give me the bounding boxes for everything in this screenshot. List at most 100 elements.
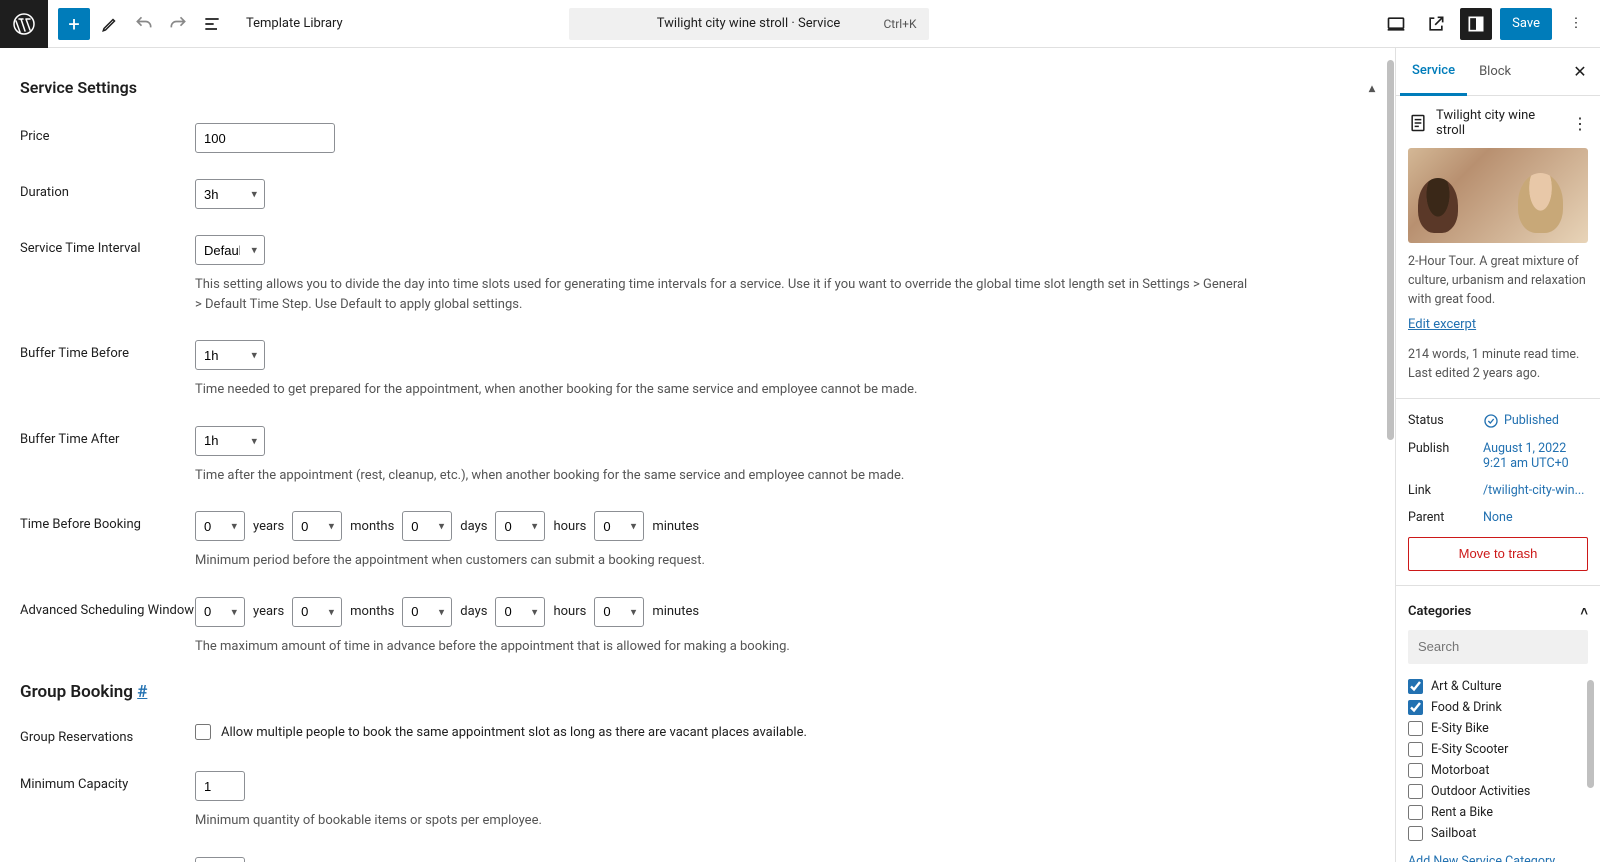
group-booking-heading: Group Booking # — [20, 682, 1375, 702]
doc-actions-icon[interactable]: ⋮ — [1572, 114, 1588, 133]
aw-hours-select[interactable]: 0 — [495, 597, 545, 627]
link-label: Link — [1408, 483, 1483, 498]
category-scrollbar[interactable] — [1587, 680, 1594, 788]
interval-select[interactable]: Default — [195, 235, 265, 265]
parent-label: Parent — [1408, 510, 1483, 525]
excerpt-text: 2-Hour Tour. A great mixture of culture,… — [1408, 253, 1588, 309]
service-settings-heading: Service Settings ▴ — [20, 78, 1375, 97]
status-label: Status — [1408, 413, 1483, 428]
buffer-before-select[interactable]: 1h — [195, 340, 265, 370]
category-search[interactable] — [1408, 630, 1588, 664]
redo-icon[interactable] — [162, 8, 194, 40]
category-checkbox[interactable] — [1408, 700, 1423, 715]
category-item[interactable]: Sailboat — [1408, 823, 1588, 844]
category-item[interactable]: E-Sity Scooter — [1408, 739, 1588, 760]
category-checkbox[interactable] — [1408, 805, 1423, 820]
tb-months-select[interactable]: 0 — [292, 511, 342, 541]
time-before-label: Time Before Booking — [20, 511, 195, 532]
wordcount-meta: 214 words, 1 minute read time. — [1408, 346, 1588, 365]
external-link-icon[interactable] — [1420, 8, 1452, 40]
move-to-trash-button[interactable]: Move to trash — [1408, 537, 1588, 571]
document-outline-icon[interactable] — [196, 8, 228, 40]
document-title-button[interactable]: Twilight city wine stroll · Service Ctrl… — [569, 8, 929, 40]
category-item[interactable]: Rent a Bike — [1408, 802, 1588, 823]
link-value[interactable]: /twilight-city-win... — [1483, 483, 1588, 498]
category-label: Art & Culture — [1431, 679, 1502, 694]
aw-days-select[interactable]: 0 — [402, 597, 452, 627]
min-cap-desc: Minimum quantity of bookable items or sp… — [195, 811, 1255, 831]
collapse-icon[interactable]: ▴ — [1369, 81, 1375, 95]
close-sidebar-icon[interactable]: ✕ — [1564, 56, 1596, 88]
save-button[interactable]: Save — [1500, 8, 1552, 40]
interval-desc: This setting allows you to divide the da… — [195, 275, 1255, 314]
tab-block[interactable]: Block — [1467, 48, 1523, 96]
buffer-before-label: Buffer Time Before — [20, 340, 195, 361]
price-input[interactable] — [195, 123, 335, 153]
topbar: + Template Library Twilight city wine st… — [0, 0, 1600, 48]
category-item[interactable]: E-Sity Bike — [1408, 718, 1588, 739]
document-icon — [1408, 113, 1428, 133]
editor-canvas: Service Settings ▴ Price Duration 3h Ser… — [0, 48, 1395, 862]
category-checkbox[interactable] — [1408, 784, 1423, 799]
category-item[interactable]: Food & Drink — [1408, 697, 1588, 718]
group-res-label: Group Reservations — [20, 724, 195, 745]
add-block-button[interactable]: + — [58, 8, 90, 40]
adv-window-label: Advanced Scheduling Window — [20, 597, 195, 618]
options-menu-icon[interactable]: ⋮ — [1560, 8, 1592, 40]
category-checkbox[interactable] — [1408, 679, 1423, 694]
category-label: Food & Drink — [1431, 700, 1502, 715]
sidebar-toggle-icon[interactable] — [1460, 8, 1492, 40]
tb-years-select[interactable]: 0 — [195, 511, 245, 541]
category-item[interactable]: Art & Culture — [1408, 676, 1588, 697]
edit-excerpt-link[interactable]: Edit excerpt — [1408, 317, 1476, 332]
category-label: Outdoor Activities — [1431, 784, 1530, 799]
group-res-checkbox-row[interactable]: Allow multiple people to book the same a… — [195, 724, 1375, 740]
buffer-after-desc: Time after the appointment (rest, cleanu… — [195, 466, 1255, 486]
last-edited-meta: Last edited 2 years ago. — [1408, 365, 1588, 384]
category-search-input[interactable] — [1418, 639, 1594, 654]
max-cap-label: Maximum Capacity — [20, 857, 195, 862]
template-library-link[interactable]: Template Library — [246, 16, 343, 31]
publish-label: Publish — [1408, 441, 1483, 456]
published-check-icon — [1483, 413, 1499, 429]
buffer-after-label: Buffer Time After — [20, 426, 195, 447]
categories-heading[interactable]: Categories ˄ — [1408, 600, 1588, 630]
status-value[interactable]: Published — [1483, 413, 1588, 429]
featured-image[interactable] — [1408, 148, 1588, 243]
settings-sidebar: Service Block ✕ Twilight city wine strol… — [1395, 48, 1600, 862]
device-preview-icon[interactable] — [1380, 8, 1412, 40]
duration-select[interactable]: 3h — [195, 179, 265, 209]
min-cap-label: Minimum Capacity — [20, 771, 195, 792]
category-checkbox[interactable] — [1408, 721, 1423, 736]
group-res-checkbox[interactable] — [195, 724, 211, 740]
edit-tool-icon[interactable] — [94, 8, 126, 40]
category-checkbox[interactable] — [1408, 826, 1423, 841]
tb-days-select[interactable]: 0 — [402, 511, 452, 541]
chevron-up-icon: ˄ — [1580, 604, 1588, 620]
parent-value[interactable]: None — [1483, 510, 1588, 525]
category-item[interactable]: Outdoor Activities — [1408, 781, 1588, 802]
category-label: Rent a Bike — [1431, 805, 1493, 820]
add-category-link[interactable]: Add New Service Category — [1408, 854, 1555, 862]
aw-years-select[interactable]: 0 — [195, 597, 245, 627]
editor-scrollbar[interactable] — [1387, 60, 1394, 440]
price-label: Price — [20, 123, 195, 144]
tb-minutes-select[interactable]: 0 — [594, 511, 644, 541]
category-checkbox[interactable] — [1408, 763, 1423, 778]
aw-months-select[interactable]: 0 — [292, 597, 342, 627]
wordpress-logo-icon[interactable] — [0, 0, 48, 48]
max-cap-input[interactable] — [195, 857, 245, 862]
group-booking-anchor[interactable]: # — [137, 682, 147, 702]
category-list: Art & Culture Food & Drink E-Sity Bike E-Si… — [1408, 676, 1588, 844]
min-cap-input[interactable] — [195, 771, 245, 801]
category-item[interactable]: Motorboat — [1408, 760, 1588, 781]
buffer-after-select[interactable]: 1h — [195, 426, 265, 456]
tb-hours-select[interactable]: 0 — [495, 511, 545, 541]
publish-value[interactable]: August 1, 20229:21 am UTC+0 — [1483, 441, 1588, 471]
aw-minutes-select[interactable]: 0 — [594, 597, 644, 627]
buffer-before-desc: Time needed to get prepared for the appo… — [195, 380, 1255, 400]
category-checkbox[interactable] — [1408, 742, 1423, 757]
category-label: E-Sity Scooter — [1431, 742, 1508, 757]
undo-icon[interactable] — [128, 8, 160, 40]
tab-service[interactable]: Service — [1400, 48, 1467, 96]
